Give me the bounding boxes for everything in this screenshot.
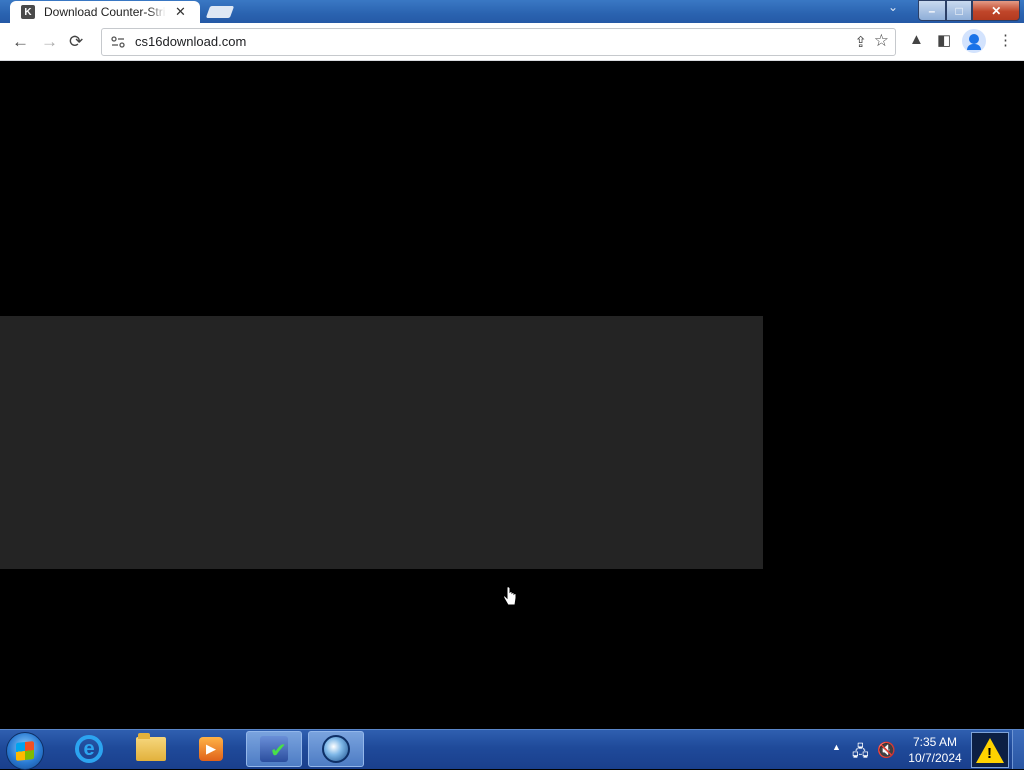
bookmark-star-icon[interactable]: ☆ xyxy=(874,31,889,51)
hand-cursor-icon xyxy=(503,586,517,606)
browser-app-icon xyxy=(322,735,350,763)
show-desktop-button[interactable] xyxy=(1012,730,1024,769)
taskbar-media-player[interactable]: ▶ xyxy=(183,731,239,767)
maximize-button[interactable]: □ xyxy=(945,0,973,21)
cs-favicon-icon: K xyxy=(21,5,35,19)
taskbar-task-app[interactable] xyxy=(246,731,302,767)
taskbar-internet-explorer[interactable]: e xyxy=(61,731,117,767)
start-button[interactable] xyxy=(6,732,44,770)
network-icon[interactable]: 🖧 xyxy=(852,741,869,766)
tab-close-icon[interactable]: ✕ xyxy=(175,4,186,20)
window-controls: – □ ✕ xyxy=(918,0,1021,21)
tab-title: Download Counter-Strike 1.6 xyxy=(44,5,166,19)
address-bar[interactable]: cs16download.com ⇪ ☆ xyxy=(101,28,896,56)
page-content xyxy=(0,61,1024,729)
menu-kebab-icon[interactable]: ⋮ xyxy=(998,31,1013,49)
labs-flask-icon[interactable]: ▲ xyxy=(909,31,924,48)
minimize-button[interactable]: – xyxy=(918,0,946,21)
windows-logo-icon xyxy=(16,741,34,761)
side-panel-icon[interactable]: ◧ xyxy=(937,31,951,49)
tab-search-icon[interactable]: ⌄ xyxy=(888,0,898,14)
clock-date: 10/7/2024 xyxy=(908,751,962,765)
volume-muted-icon[interactable]: 🔇 xyxy=(877,741,896,759)
site-info-icon[interactable] xyxy=(111,35,125,49)
share-icon[interactable]: ⇪ xyxy=(854,33,867,51)
windows-taskbar: e ▶ ▲ 🖧 🔇 7:35 AM 10/7/2024 ! xyxy=(0,729,1024,770)
task-app-icon xyxy=(260,736,288,763)
back-button[interactable]: ← xyxy=(12,32,29,52)
folder-icon xyxy=(136,733,166,761)
loading-content-box xyxy=(0,316,763,569)
security-warning-icon[interactable]: ! xyxy=(971,732,1009,768)
forward-button[interactable]: → xyxy=(41,32,58,52)
browser-toolbar: ← → ⟳ cs16download.com ⇪ ☆ ▲ ◧ ⋮ xyxy=(0,23,1024,61)
reload-button[interactable]: ⟳ xyxy=(69,32,83,52)
system-clock[interactable]: 7:35 AM 10/7/2024 xyxy=(904,734,966,766)
internet-explorer-icon: e xyxy=(75,735,103,763)
tray-expand-icon[interactable]: ▲ xyxy=(832,742,841,752)
new-tab-button[interactable] xyxy=(205,6,235,18)
browser-titlebar: K Download Counter-Strike 1.6 ✕ ⌄ – □ ✕ xyxy=(0,0,1024,23)
clock-time: 7:35 AM xyxy=(912,735,958,749)
taskbar-browser-app[interactable] xyxy=(308,731,364,767)
taskbar-windows-explorer[interactable] xyxy=(123,731,179,767)
profile-avatar-icon[interactable] xyxy=(962,29,986,53)
media-player-icon: ▶ xyxy=(199,737,223,761)
close-window-button[interactable]: ✕ xyxy=(972,0,1021,21)
url-text: cs16download.com xyxy=(135,34,247,49)
browser-tab[interactable]: K Download Counter-Strike 1.6 ✕ xyxy=(10,1,200,23)
